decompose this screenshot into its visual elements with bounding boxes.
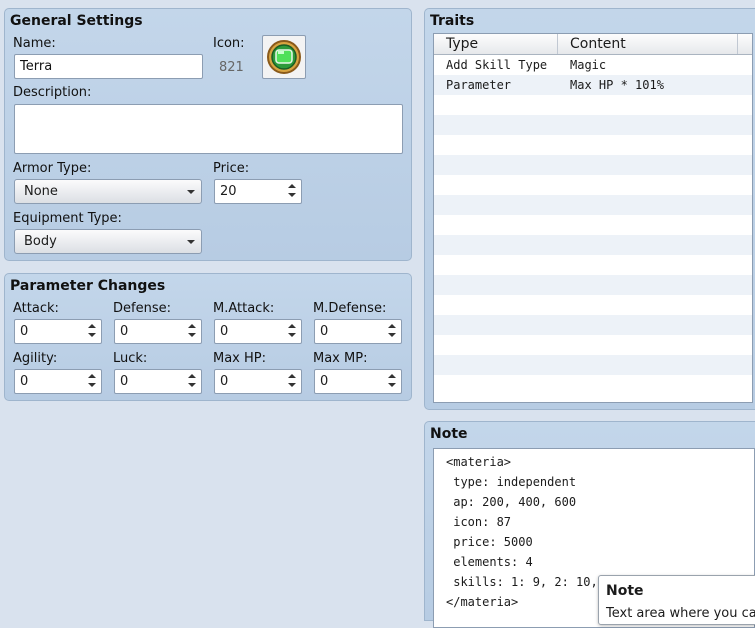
param-defense-spinbox[interactable]: 0 bbox=[114, 319, 202, 344]
equipment-type-select[interactable]: Body bbox=[14, 229, 202, 254]
spin-down-icon[interactable] bbox=[87, 331, 97, 341]
param-mattack-value: 0 bbox=[220, 324, 229, 339]
param-luck-value: 0 bbox=[120, 374, 129, 389]
price-label: Price: bbox=[213, 161, 250, 176]
trait-type: Add Skill Type bbox=[446, 58, 548, 72]
param-mdefense-spinbox[interactable]: 0 bbox=[314, 319, 402, 344]
table-row[interactable] bbox=[434, 115, 752, 135]
chevron-down-icon bbox=[186, 188, 196, 196]
note-line: </materia> bbox=[446, 595, 519, 609]
table-row[interactable]: Parameter Max HP * 101% bbox=[434, 75, 752, 95]
trait-content: Magic bbox=[570, 58, 607, 72]
spin-down-icon[interactable] bbox=[387, 381, 397, 391]
param-maxhp-spinbox[interactable]: 0 bbox=[214, 369, 302, 394]
param-label-attack: Attack: bbox=[13, 301, 59, 316]
table-row[interactable]: Add Skill Type Magic bbox=[434, 55, 752, 75]
param-mattack-spinbox[interactable]: 0 bbox=[214, 319, 302, 344]
trait-type: Parameter bbox=[446, 78, 512, 92]
table-row[interactable] bbox=[434, 315, 752, 335]
name-field[interactable]: Terra bbox=[14, 54, 203, 79]
table-row[interactable] bbox=[434, 375, 752, 395]
table-row[interactable] bbox=[434, 275, 752, 295]
parameter-changes-title: Parameter Changes bbox=[10, 278, 166, 294]
name-label: Name: bbox=[13, 36, 56, 51]
param-label-mdefense: M.Defense: bbox=[313, 301, 387, 316]
icon-label: Icon: bbox=[213, 36, 245, 51]
note-line: icon: 87 bbox=[446, 515, 512, 529]
param-label-maxmp: Max MP: bbox=[313, 351, 368, 366]
price-spinbox[interactable]: 20 bbox=[214, 179, 302, 204]
param-label-mattack: M.Attack: bbox=[213, 301, 275, 316]
table-row[interactable] bbox=[434, 95, 752, 115]
armor-type-value: None bbox=[24, 184, 58, 199]
param-defense-value: 0 bbox=[120, 324, 129, 339]
table-row[interactable] bbox=[434, 195, 752, 215]
icon-picker[interactable] bbox=[262, 35, 306, 79]
note-line: ap: 200, 400, 600 bbox=[446, 495, 577, 509]
param-label-maxhp: Max HP: bbox=[213, 351, 267, 366]
description-label: Description: bbox=[13, 85, 92, 100]
note-line: skills: 1: 9, 2: 10, 3 bbox=[446, 575, 613, 589]
note-line: type: independent bbox=[446, 475, 577, 489]
table-row[interactable] bbox=[434, 235, 752, 255]
param-maxhp-value: 0 bbox=[220, 374, 229, 389]
price-value: 20 bbox=[220, 184, 237, 199]
param-luck-spinbox[interactable]: 0 bbox=[114, 369, 202, 394]
table-row[interactable] bbox=[434, 295, 752, 315]
armor-type-label: Armor Type: bbox=[13, 161, 92, 176]
note-title: Note bbox=[430, 426, 468, 442]
spin-down-icon[interactable] bbox=[287, 381, 297, 391]
chevron-down-icon bbox=[186, 238, 196, 246]
table-row[interactable] bbox=[434, 335, 752, 355]
note-line: <materia> bbox=[446, 455, 512, 469]
param-label-agility: Agility: bbox=[13, 351, 58, 366]
tooltip-text: Text area where you can bbox=[606, 606, 755, 621]
table-row[interactable] bbox=[434, 255, 752, 275]
equipment-type-value: Body bbox=[24, 234, 57, 249]
equipment-type-label: Equipment Type: bbox=[13, 211, 122, 226]
table-row[interactable] bbox=[434, 135, 752, 155]
parameter-changes-panel: Parameter Changes Attack: 0 Defense: 0 M… bbox=[4, 273, 412, 401]
param-label-luck: Luck: bbox=[113, 351, 148, 366]
note-tooltip: Note Text area where you can bbox=[598, 575, 755, 625]
traits-title: Traits bbox=[430, 13, 475, 29]
traits-table[interactable]: Type Content Add Skill Type Magic Parame… bbox=[433, 33, 753, 403]
note-line: price: 5000 bbox=[446, 535, 533, 549]
table-row[interactable] bbox=[434, 175, 752, 195]
tooltip-title: Note bbox=[606, 583, 644, 599]
spin-down-icon[interactable] bbox=[287, 331, 297, 341]
param-maxmp-spinbox[interactable]: 0 bbox=[314, 369, 402, 394]
traits-table-header: Type Content bbox=[434, 34, 752, 55]
note-line: elements: 4 bbox=[446, 555, 533, 569]
general-settings-title: General Settings bbox=[10, 13, 143, 29]
general-settings-panel: General Settings Name: Terra Icon: 821 D… bbox=[4, 8, 412, 261]
column-header-type[interactable]: Type bbox=[434, 34, 558, 54]
table-row[interactable] bbox=[434, 215, 752, 235]
param-label-defense: Defense: bbox=[113, 301, 171, 316]
table-row[interactable] bbox=[434, 155, 752, 175]
param-attack-value: 0 bbox=[20, 324, 29, 339]
param-agility-spinbox[interactable]: 0 bbox=[14, 369, 102, 394]
icon-index: 821 bbox=[219, 60, 244, 75]
spin-down-icon[interactable] bbox=[87, 381, 97, 391]
spin-down-icon[interactable] bbox=[387, 331, 397, 341]
armor-type-select[interactable]: None bbox=[14, 179, 202, 204]
param-mdefense-value: 0 bbox=[320, 324, 329, 339]
description-field[interactable] bbox=[14, 104, 403, 154]
param-attack-spinbox[interactable]: 0 bbox=[14, 319, 102, 344]
spin-down-icon[interactable] bbox=[287, 191, 297, 201]
spin-down-icon[interactable] bbox=[187, 381, 197, 391]
param-agility-value: 0 bbox=[20, 374, 29, 389]
traits-panel: Traits Type Content Add Skill Type Magic… bbox=[424, 8, 755, 410]
column-header-content[interactable]: Content bbox=[558, 34, 738, 54]
param-maxmp-value: 0 bbox=[320, 374, 329, 389]
table-row[interactable] bbox=[434, 355, 752, 375]
green-gem-icon bbox=[267, 40, 301, 74]
spin-down-icon[interactable] bbox=[187, 331, 197, 341]
trait-content: Max HP * 101% bbox=[570, 78, 664, 92]
